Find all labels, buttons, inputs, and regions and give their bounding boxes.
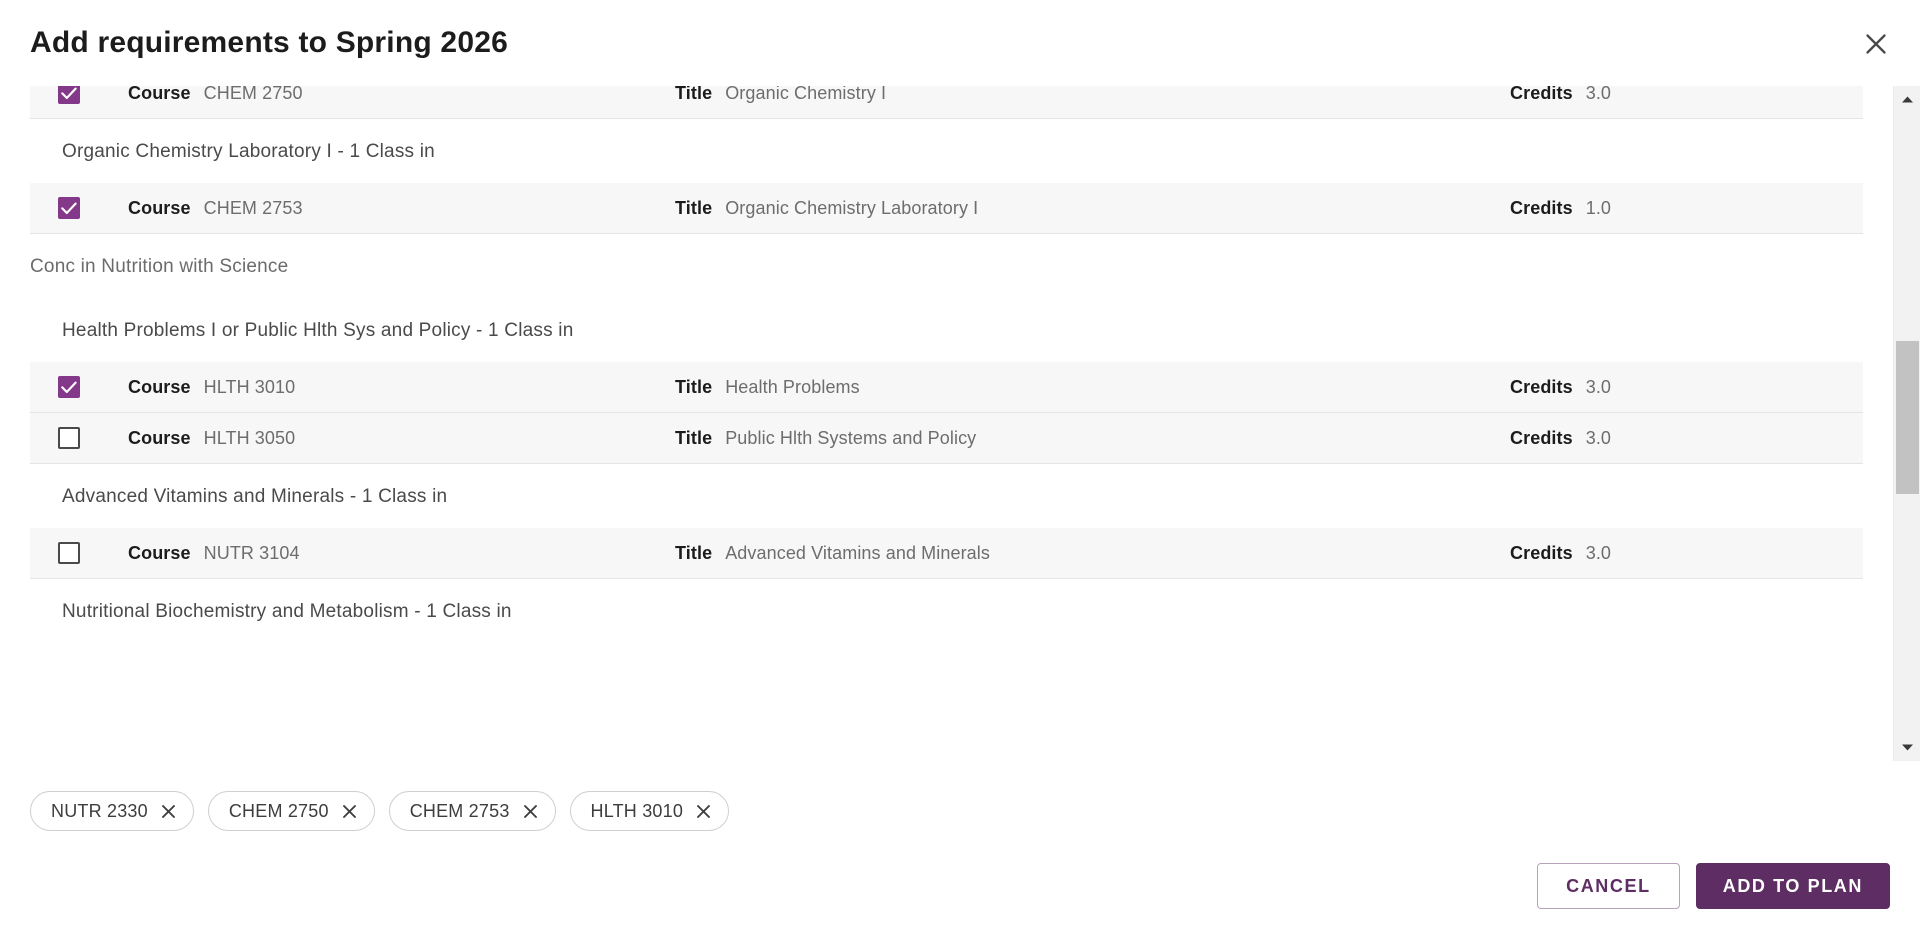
- credits-column-header: Credits: [1510, 197, 1573, 218]
- scrollbar-thumb[interactable]: [1896, 341, 1919, 494]
- title-column-header: Title: [675, 376, 713, 397]
- course-chip-label: HLTH 3010: [590, 800, 684, 821]
- title-cell: Title Advanced Vitamins and Minerals: [675, 543, 990, 564]
- course-column-header: Course: [128, 86, 191, 103]
- course-column-header: Course: [128, 376, 191, 397]
- title-cell: Title Health Problems: [675, 377, 860, 398]
- add-to-plan-button[interactable]: ADD TO PLAN: [1695, 863, 1890, 909]
- close-icon[interactable]: [523, 804, 538, 819]
- course-title-value: Advanced Vitamins and Minerals: [725, 542, 990, 563]
- course-chip-label: NUTR 2330: [51, 800, 148, 821]
- table-row[interactable]: Course CHEM 2750 Title Organic Chemistry I C…: [30, 86, 1863, 119]
- course-credits-value: 3.0: [1585, 427, 1612, 448]
- add-requirements-dialog: Add requirements to Spring 2026 Course CH…: [0, 0, 1920, 948]
- title-column-header: Title: [675, 542, 713, 563]
- requirements-viewport: Course CHEM 2750 Title Organic Chemistry I C…: [0, 86, 1893, 761]
- course-column-header: Course: [128, 542, 191, 563]
- table-row[interactable]: Course NUTR 3104 Title Advanced Vitamins an…: [30, 528, 1863, 579]
- course-column-header: Course: [128, 197, 191, 218]
- table-row[interactable]: Course CHEM 2753 Title Organic Chemistry La…: [30, 183, 1863, 234]
- course-chip[interactable]: CHEM 2750: [207, 791, 375, 831]
- course-credits-value: 3.0: [1585, 86, 1612, 103]
- chevron-down-icon[interactable]: [1894, 734, 1920, 761]
- course-code-value: HLTH 3010: [203, 376, 296, 397]
- credits-column-header: Credits: [1510, 542, 1573, 563]
- checkbox-checked[interactable]: [58, 197, 80, 219]
- dialog-header: Add requirements to Spring 2026: [0, 0, 1920, 86]
- course-cell: Course NUTR 3104: [128, 543, 300, 564]
- credits-cell: Credits 3.0: [1510, 543, 1611, 564]
- cancel-button[interactable]: CANCEL: [1537, 863, 1680, 909]
- credits-column-header: Credits: [1510, 427, 1573, 448]
- checkbox-unchecked[interactable]: [58, 542, 80, 564]
- course-chip[interactable]: CHEM 2753: [388, 791, 556, 831]
- course-chip[interactable]: NUTR 2330: [30, 791, 194, 831]
- checkbox-checked[interactable]: [58, 376, 80, 398]
- course-code-value: CHEM 2750: [203, 86, 303, 103]
- course-cell: Course HLTH 3010: [128, 377, 295, 398]
- course-credits-value: 3.0: [1585, 376, 1612, 397]
- course-code-value: HLTH 3050: [203, 427, 296, 448]
- table-row[interactable]: Course HLTH 3010 Title Health Problems Credi…: [30, 362, 1863, 413]
- course-chip-label: CHEM 2750: [228, 800, 329, 821]
- chevron-up-icon[interactable]: [1894, 86, 1920, 113]
- title-cell: Title Organic Chemistry Laboratory I: [675, 198, 978, 219]
- page-title: Add requirements to Spring 2026: [30, 26, 508, 59]
- course-title-value: Public Hlth Systems and Policy: [725, 427, 977, 448]
- credits-column-header: Credits: [1510, 86, 1573, 103]
- checkbox-unchecked[interactable]: [58, 427, 80, 449]
- course-cell: Course CHEM 2753: [128, 198, 303, 219]
- close-icon[interactable]: [1856, 24, 1896, 64]
- group-label: Conc in Nutrition with Science: [30, 256, 289, 277]
- credits-cell: Credits 3.0: [1510, 86, 1611, 104]
- title-column-header: Title: [675, 197, 713, 218]
- requirement-label: Nutritional Biochemistry and Metabolism …: [62, 601, 512, 622]
- credits-cell: Credits 3.0: [1510, 377, 1611, 398]
- dialog-footer: CANCEL ADD TO PLAN: [0, 846, 1920, 948]
- course-cell: Course HLTH 3050: [128, 428, 295, 449]
- credits-cell: Credits 1.0: [1510, 198, 1611, 219]
- selected-courses-chips: NUTR 2330 CHEM 2750 CHEM 2753 HLTH 3010: [0, 776, 1920, 846]
- course-code-value: CHEM 2753: [203, 197, 303, 218]
- course-code-value: NUTR 3104: [203, 542, 300, 563]
- title-column-header: Title: [675, 86, 713, 103]
- credits-cell: Credits 3.0: [1510, 428, 1611, 449]
- course-title-value: Health Problems: [725, 376, 860, 397]
- title-cell: Title Organic Chemistry I: [675, 86, 886, 104]
- close-icon[interactable]: [696, 804, 711, 819]
- credits-column-header: Credits: [1510, 376, 1573, 397]
- course-chip-label: CHEM 2753: [409, 800, 510, 821]
- course-credits-value: 1.0: [1585, 197, 1612, 218]
- course-title-value: Organic Chemistry Laboratory I: [725, 197, 979, 218]
- requirement-label: Organic Chemistry Laboratory I - 1 Class…: [62, 141, 435, 162]
- requirement-label: Health Problems I or Public Hlth Sys and…: [62, 320, 574, 341]
- close-icon[interactable]: [161, 804, 176, 819]
- course-chip[interactable]: HLTH 3010: [569, 791, 730, 831]
- course-cell: Course CHEM 2750: [128, 86, 303, 104]
- requirements-scroll-area: Course CHEM 2750 Title Organic Chemistry I C…: [0, 86, 1920, 776]
- course-credits-value: 3.0: [1585, 542, 1612, 563]
- title-cell: Title Public Hlth Systems and Policy: [675, 428, 976, 449]
- table-row[interactable]: Course HLTH 3050 Title Public Hlth Systems …: [30, 413, 1863, 464]
- requirements-list: Course CHEM 2750 Title Organic Chemistry I C…: [0, 86, 1893, 643]
- course-title-value: Organic Chemistry I: [725, 86, 887, 103]
- title-column-header: Title: [675, 427, 713, 448]
- course-column-header: Course: [128, 427, 191, 448]
- checkbox-checked[interactable]: [58, 86, 80, 104]
- requirement-label: Advanced Vitamins and Minerals - 1 Class…: [62, 486, 448, 507]
- close-icon[interactable]: [342, 804, 357, 819]
- vertical-scrollbar[interactable]: [1893, 86, 1920, 761]
